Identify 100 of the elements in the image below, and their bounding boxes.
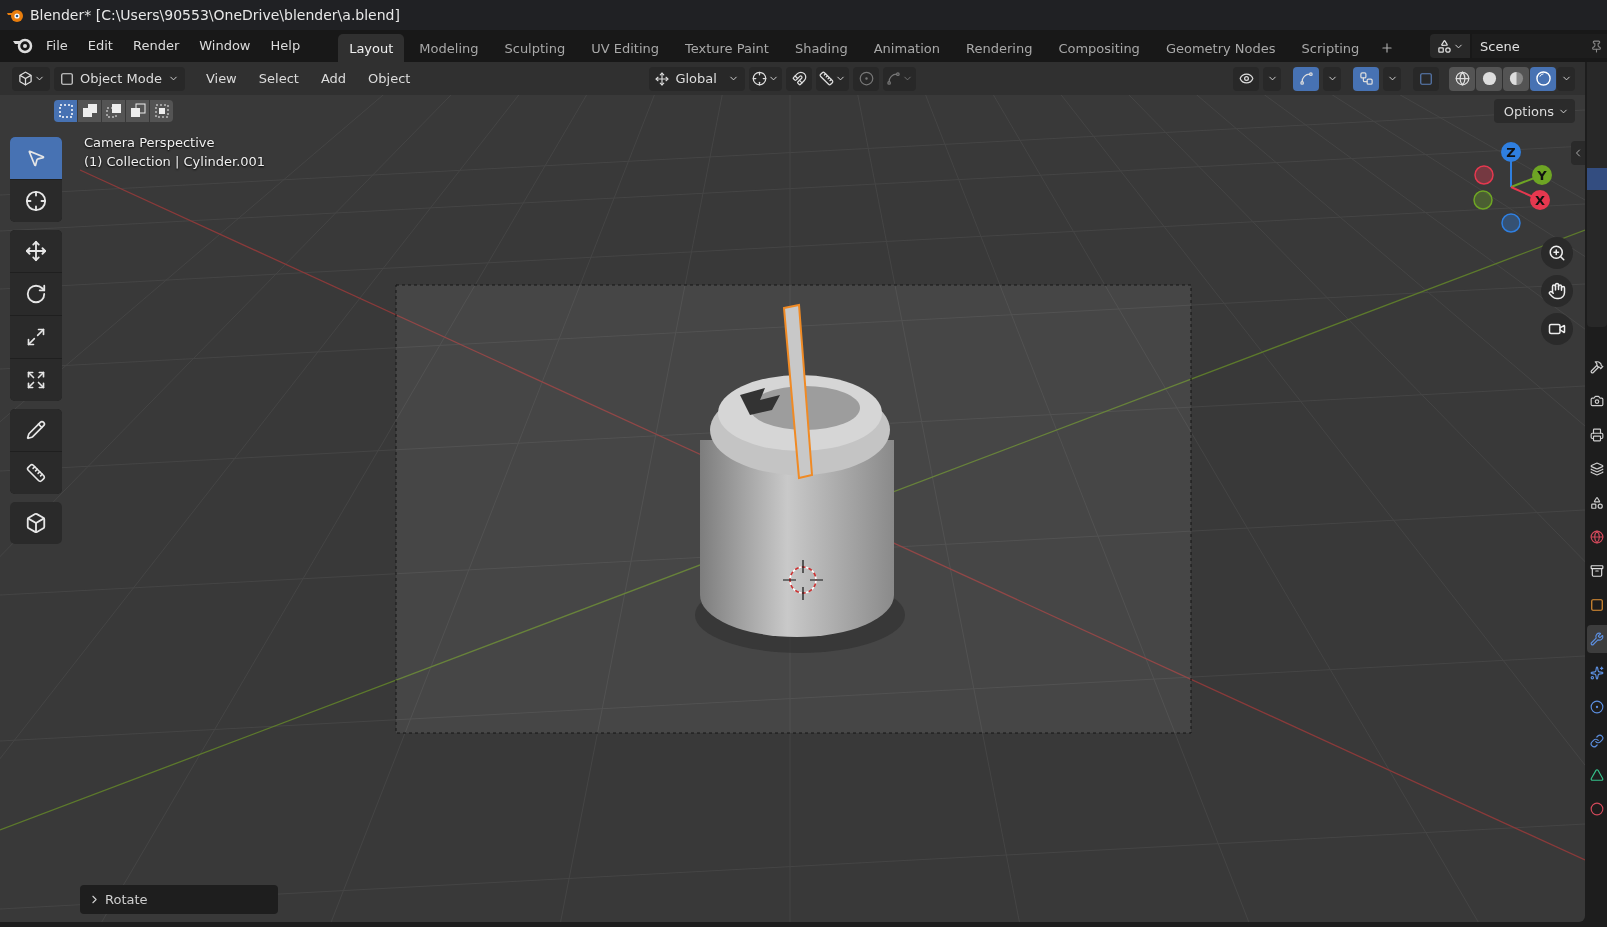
orientation-dropdown[interactable]: Global — [649, 66, 746, 91]
wireframe-shading-icon — [1454, 71, 1470, 86]
workspace-tab[interactable]: Animation — [862, 34, 951, 62]
transform-icon — [26, 370, 46, 390]
workspace-tab[interactable]: Layout — [338, 34, 405, 62]
hand-icon — [1548, 282, 1566, 300]
options-button[interactable]: Options — [1493, 99, 1575, 123]
select-mode-button[interactable] — [126, 100, 149, 122]
3d-cursor-icon — [782, 559, 824, 601]
app-logo-icon — [6, 7, 24, 23]
xray-toggle[interactable] — [1413, 66, 1439, 91]
select-mode-button[interactable] — [102, 100, 125, 122]
axis-handle[interactable] — [1474, 165, 1494, 185]
shapes-icon — [1436, 38, 1452, 54]
zoom-button[interactable] — [1541, 237, 1573, 269]
measure-tool[interactable] — [10, 452, 62, 494]
snap-target-button[interactable] — [816, 66, 850, 91]
gizmo-icon — [1298, 71, 1314, 86]
xray-icon — [1419, 71, 1433, 86]
square-icon — [60, 71, 74, 86]
select-mode-button[interactable] — [150, 100, 173, 122]
dot-circle-icon — [858, 71, 874, 86]
select-box-icon — [26, 148, 46, 168]
menu-item[interactable]: Render — [122, 30, 190, 60]
axis-handle[interactable] — [1530, 190, 1550, 210]
constraints-icon — [1590, 734, 1604, 748]
menu-item[interactable]: Help — [260, 30, 311, 60]
menu-item[interactable]: File — [36, 30, 78, 60]
workspace-tab[interactable]: Shading — [783, 34, 859, 62]
workspace-tab[interactable]: UV Editing — [580, 34, 670, 62]
physics-icon — [1590, 700, 1604, 714]
curve-icon — [886, 71, 902, 86]
select-mode-icon — [57, 103, 74, 119]
ruler-icon — [819, 71, 835, 86]
axis-handle[interactable] — [1501, 142, 1521, 162]
axis-handle[interactable] — [1532, 165, 1552, 185]
select-mode-button[interactable] — [54, 100, 77, 122]
select-mode-icon — [129, 103, 146, 119]
magnet-icon — [791, 71, 807, 86]
shading-button[interactable] — [1449, 66, 1475, 91]
workspace-tab[interactable]: Sculpting — [493, 34, 577, 62]
view-layer-icon — [1590, 462, 1604, 476]
rotate-tool[interactable] — [10, 273, 62, 315]
material-shading-icon — [1508, 71, 1524, 86]
shading-button[interactable] — [1503, 66, 1529, 91]
header-menu[interactable]: Object — [359, 66, 420, 91]
annotate-tool[interactable] — [10, 409, 62, 451]
transform-tool[interactable] — [10, 359, 62, 401]
scene-browse-button[interactable] — [1430, 34, 1470, 58]
workspace-tab[interactable]: Modeling — [408, 34, 490, 62]
modifiers-icon — [1590, 632, 1604, 646]
menu-item[interactable]: Window — [189, 30, 261, 60]
proportional-toggle[interactable] — [853, 66, 880, 91]
axis-handle[interactable] — [1473, 190, 1493, 210]
mode-dropdown[interactable]: Object Mode — [54, 66, 185, 91]
falloff-button[interactable] — [883, 66, 917, 91]
tool-icon — [1590, 360, 1604, 374]
scene-field[interactable]: Scene — [1472, 34, 1607, 58]
collapse-sidebar-button[interactable] — [1571, 141, 1585, 165]
snap-toggle[interactable] — [786, 66, 813, 91]
select-mode-icon — [81, 103, 98, 119]
last-operator-panel[interactable]: Rotate — [80, 885, 278, 914]
scene-icon — [1590, 496, 1604, 510]
shading-button[interactable] — [1476, 66, 1502, 91]
pencil-icon — [26, 420, 46, 440]
editor-type-button[interactable] — [12, 66, 50, 91]
camera-view-button[interactable] — [1541, 313, 1573, 345]
header-menu[interactable]: Select — [249, 66, 308, 91]
add-cube-tool[interactable] — [10, 502, 62, 544]
gizmo-toggle[interactable] — [1293, 66, 1319, 91]
workspace-tab[interactable]: Scripting — [1290, 34, 1371, 62]
pivot-button[interactable] — [749, 66, 783, 91]
particles-icon — [1590, 666, 1604, 680]
scale-tool[interactable] — [10, 316, 62, 358]
view-info-text: (1) Collection | Cylinder.001 — [84, 154, 266, 169]
add-cube-icon — [25, 512, 47, 534]
overlay-toggle[interactable] — [1353, 66, 1379, 91]
workspace-tab[interactable]: Texture Paint — [674, 34, 780, 62]
workspace-tab[interactable]: Compositing — [1047, 34, 1151, 62]
select-mode-icon — [153, 103, 170, 119]
cursor-icon — [25, 190, 47, 212]
shading-button[interactable] — [1530, 66, 1556, 91]
header-menu[interactable]: View — [196, 66, 246, 91]
menu-item[interactable]: Edit — [77, 30, 123, 60]
workspace-tab[interactable]: Geometry Nodes — [1154, 34, 1287, 62]
window-title: Blender* [C:\Users\90553\OneDrive\blender\a.blend] — [30, 7, 400, 23]
workspace-tab[interactable]: Rendering — [955, 34, 1044, 62]
header-menu[interactable]: Add — [311, 66, 356, 91]
visibility-toggle[interactable] — [1233, 66, 1259, 91]
axis-label: Y — [1537, 167, 1547, 183]
pan-button[interactable] — [1541, 275, 1573, 307]
scale-icon — [26, 327, 46, 347]
axis-handle[interactable] — [1501, 213, 1521, 233]
select-mode-button[interactable] — [78, 100, 101, 122]
cursor-tool[interactable] — [10, 180, 62, 222]
plus-icon — [1380, 40, 1395, 56]
select-mode-icon — [105, 103, 122, 119]
move-tool[interactable] — [10, 230, 62, 272]
axis-label: Z — [1506, 144, 1516, 160]
solid-shading-icon — [1481, 71, 1497, 86]
